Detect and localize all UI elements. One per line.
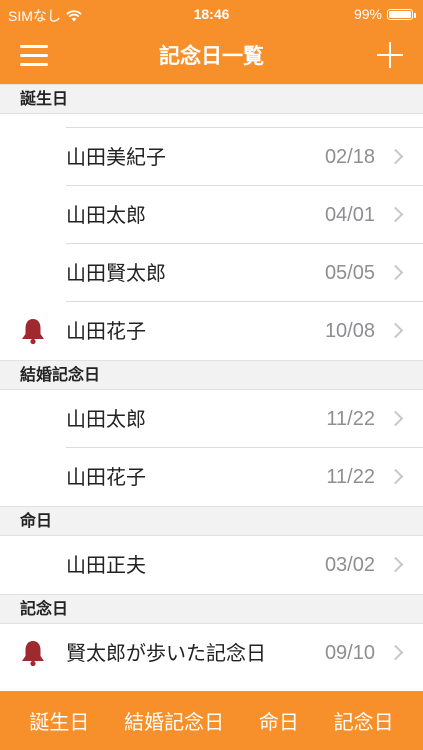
item-name: 山田賢太郎 [66,261,166,285]
chevron-right-icon [387,322,404,339]
tab-section[interactable]: 結婚記念日 [120,706,228,735]
header-area: SIMなし 18:46 99% 記念日一覧 [0,0,423,84]
item-name: 山田太郎 [66,407,146,431]
battery-tip [414,12,416,18]
battery-info: 99% [353,6,416,22]
list-item[interactable]: 山田正夫 03/02 [0,536,423,594]
item-date: 03/02 [324,554,375,576]
chevron-right-icon [387,556,404,573]
item-date: 11/22 [326,466,375,488]
section-header: 誕生日 [0,84,423,114]
list-item[interactable]: 山田花子 11/22 [0,448,423,506]
list-item[interactable]: 山田花子 10/08 [0,302,423,360]
battery-percent: 99% [353,6,382,22]
item-date: 02/18 [324,146,375,168]
tab-section[interactable]: 命日 [255,706,303,735]
anniversary-list[interactable]: 山田健二01/02山田美紀子02/18山田太郎04/01山田賢太郎05/05山田… [0,84,423,691]
list-item[interactable]: 山田太郎 11/22 [0,390,423,448]
item-name: 山田太郎 [66,203,146,227]
battery-icon [387,8,416,20]
tab-section[interactable]: 記念日 [330,706,398,735]
chevron-right-icon [387,148,404,165]
section-header: 命日 [0,506,423,536]
list-item[interactable]: 山田太郎 04/01 [0,186,423,244]
battery-fill [389,10,411,18]
chevron-right-icon [387,206,404,223]
item-date: 10/08 [324,320,375,342]
item-date: 09/10 [324,642,375,664]
item-name: 山田花子 [66,319,146,343]
page-title: 記念日一覧 [159,44,264,68]
add-icon[interactable] [375,40,405,70]
tab-section[interactable]: 誕生日 [25,706,93,735]
item-name: 山田花子 [66,465,146,489]
list-item[interactable]: 山田美紀子 02/18 [0,128,423,186]
bell-icon [20,317,46,345]
list-item[interactable]: 山田賢太郎 05/05 [0,244,423,302]
item-name: 山田美紀子 [66,145,166,169]
section-header: 結婚記念日 [0,360,423,390]
list-item[interactable]: 賢太郎が歩いた記念日 09/10 [0,624,423,682]
item-date: 04/01 [324,204,375,226]
item-name: 賢太郎が歩いた記念日 [66,641,266,665]
chevron-right-icon [387,468,404,485]
item-date: 11/22 [326,408,375,430]
section-tab-bar: 誕生日 結婚記念日 命日 記念日 [0,691,423,750]
section-header: 記念日 [0,594,423,624]
chevron-right-icon [387,644,404,661]
chevron-right-icon [387,264,404,281]
chevron-right-icon [387,410,404,427]
item-date: 05/05 [324,262,375,284]
item-name: 山田正夫 [66,553,146,577]
bell-icon [20,639,46,667]
status-bar: SIMなし 18:46 99% [0,0,423,28]
navigation-bar: 記念日一覧 [0,28,423,84]
